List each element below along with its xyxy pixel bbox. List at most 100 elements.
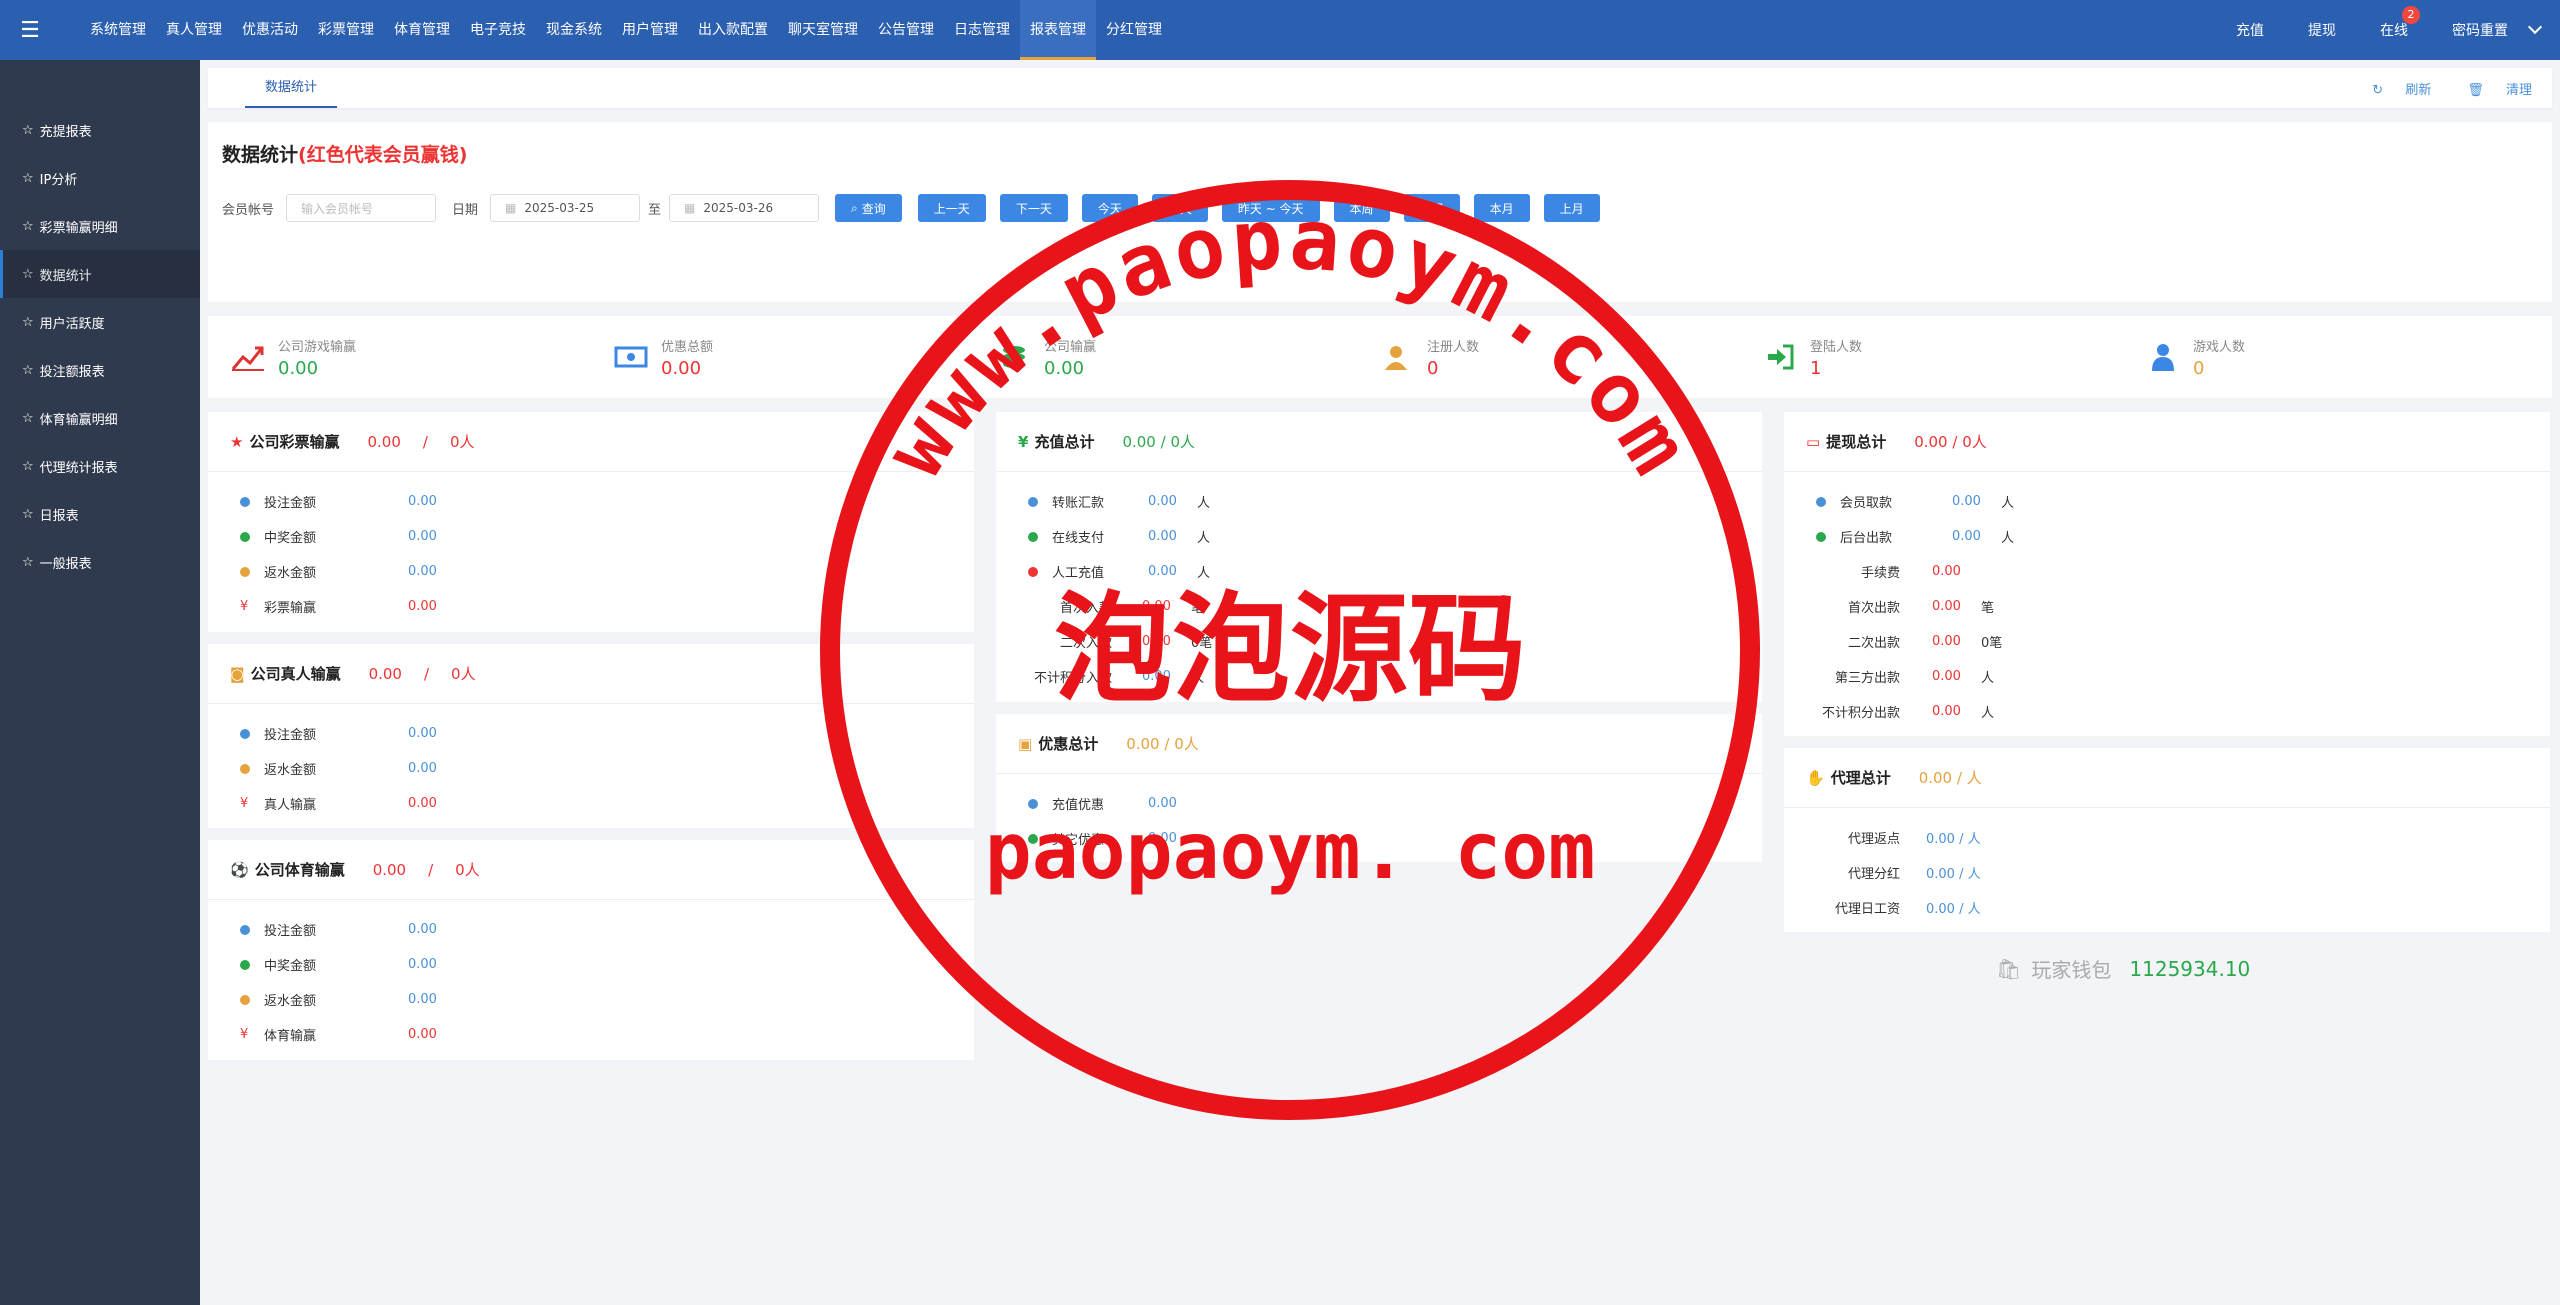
list-item: 返水金额 0.00 [208,554,974,589]
main-content: 数据统计 ↻ 刷新 🗑 清理 数据统计(红色代表会员赢钱) 会员帐号 输入会员帐… [200,60,2560,1305]
page-title-note: (红色代表会员赢钱) [298,144,468,166]
sidebar-item-daily-report[interactable]: ☆ 日报表 [0,490,200,538]
clear-button[interactable]: 🗑 清理 [2449,79,2532,98]
refresh-icon: ↻ [2372,82,2388,98]
nav-chatroom[interactable]: 聊天室管理 [778,0,868,60]
row-value: 0.00 [1148,796,1177,811]
row-value: 0.00 [408,599,437,614]
nav-logs[interactable]: 日志管理 [944,0,1020,60]
last-week-button[interactable]: 上周 [1403,194,1460,222]
online-link[interactable]: 在线 2 [2380,6,2420,40]
nav-system[interactable]: 系统管理 [80,0,156,60]
card-header: ◙ 公司真人输赢 0.00 / 0人 [208,644,974,704]
nav-payment-config[interactable]: 出入款配置 [688,0,778,60]
nav-live[interactable]: 真人管理 [156,0,232,60]
stat-label: 公司输赢 [1044,339,1097,355]
row-value: 0.00 [1952,494,1981,509]
row-label: 第三方出款 [1834,671,1900,686]
date-to-input[interactable]: ▦ 2025-03-26 [669,194,820,222]
row-value: 0.00 [1148,494,1177,509]
list-item: 代理返点 0.00 / 人 [1784,820,2550,855]
promo-card: ▣ 优惠总计 0.00 / 0人 充值优惠 0.00 其它优惠 0.00 [996,714,1762,862]
member-input[interactable]: 输入会员帐号 [286,194,437,222]
this-month-button[interactable]: 本月 [1473,194,1530,222]
nav-cash[interactable]: 现金系统 [536,0,612,60]
sidebar-item-ip-analysis[interactable]: ☆ IP分析 [0,154,200,202]
row-value: 0.00 [408,922,437,937]
live-card: ◙ 公司真人输赢 0.00 / 0人 投注金额 0.00 返水金额 0.00 ¥ 真人… [208,644,974,828]
sidebar-item-sports-winloss[interactable]: ☆ 体育输赢明细 [0,394,200,442]
nav-sports[interactable]: 体育管理 [384,0,460,60]
row-value: 0.00 [408,726,437,741]
next-day-button[interactable]: 下一天 [999,194,1068,222]
tab-data-stats[interactable]: 数据统计 [245,68,338,108]
card-people: 0人 [455,861,480,879]
row-value: 0.00 [1148,564,1177,579]
row-value: 0.00 [408,796,437,811]
this-week-button[interactable]: 本周 [1333,194,1390,222]
row-unit: 人 [2000,496,2014,511]
card-summary: 0.00 / 0人 [1914,433,1987,451]
row-label: 代理返点 [1847,832,1900,847]
sidebar-item-lottery-winloss[interactable]: ☆ 彩票输赢明细 [0,202,200,250]
today-button[interactable]: 今天 [1081,194,1138,222]
last-month-button[interactable]: 上月 [1543,194,1600,222]
row-value: 0.00 [1952,529,1981,544]
row-label: 返水金额 [264,994,317,1009]
refresh-button[interactable]: ↻ 刷新 [2354,79,2431,98]
dot-blue [240,924,250,935]
card-body: 投注金额 0.00 返水金额 0.00 ¥ 真人输赢 0.00 [208,704,974,821]
sidebar-item-data-stats[interactable]: ☆ 数据统计 [0,250,200,298]
card-title: 公司真人输赢 [250,665,341,683]
soccer-ball-icon: ⚽ [230,860,249,879]
star-icon: ☆ [22,314,34,330]
row-label: 投注金额 [264,728,317,743]
hamburger-menu-icon[interactable]: ☰ [0,0,60,60]
chevron-down-icon[interactable] [2527,19,2543,35]
password-reset-link[interactable]: 密码重置 [2452,20,2508,40]
withdraw-link[interactable]: 提现 [2308,20,2336,40]
card-amount: 0.00 [368,664,402,683]
row-label: 手续费 [1860,566,1900,581]
yesterday-button[interactable]: 昨天 [1151,194,1208,222]
user-plus-icon [1379,342,1415,372]
sidebar-item-deposit-withdraw-report[interactable]: ☆ 充提报表 [0,106,200,154]
prev-day-button[interactable]: 上一天 [917,194,986,222]
row-value: 0.00 [408,1027,437,1042]
to-label: 至 [648,202,662,218]
date-from-input[interactable]: ▦ 2025-03-25 [490,194,641,222]
sidebar-item-label: 用户活跃度 [39,316,105,332]
nav-users[interactable]: 用户管理 [612,0,688,60]
list-item: 不计积分出款 0.00 人 [1784,694,2550,729]
nav-lottery[interactable]: 彩票管理 [308,0,384,60]
nav-announcements[interactable]: 公告管理 [868,0,944,60]
row-value: 0.00 [1932,599,1961,614]
sidebar-item-user-activity[interactable]: ☆ 用户活跃度 [0,298,200,346]
sidebar-item-agent-report[interactable]: ☆ 代理统计报表 [0,442,200,490]
list-item: 后台出款 0.00 人 [1784,519,2550,554]
nav-promotions[interactable]: 优惠活动 [232,0,308,60]
row-label: 代理日工资 [1834,902,1900,917]
star-icon: ☆ [22,458,34,474]
nav-esports[interactable]: 电子竞技 [460,0,536,60]
shopping-bag-icon: 🛍 [1996,956,2022,981]
yesterday-today-button[interactable]: 昨天 ~ 今天 [1221,194,1320,222]
stat-label: 优惠总额 [661,339,714,355]
nav-reports[interactable]: 报表管理 [1020,0,1096,60]
list-item: 会员取款 0.00 人 [1784,484,2550,519]
nav-dividends[interactable]: 分红管理 [1096,0,1172,60]
row-value: 0.00 [1148,831,1177,846]
gamepad-icon: ◙ [230,664,245,683]
top-nav: 系统管理 真人管理 优惠活动 彩票管理 体育管理 电子竞技 现金系统 用户管理 … [80,0,1172,60]
row-value: 0.00 [408,992,437,1007]
sidebar-item-label: 代理统计报表 [39,460,118,476]
stat-promo-total: 优惠总额 0.00 [591,316,974,398]
sidebar-item-label: 一般报表 [39,556,92,572]
trend-up-icon [230,342,266,372]
deposit-link[interactable]: 充值 [2236,20,2264,40]
sidebar-item-bet-report[interactable]: ☆ 投注额报表 [0,346,200,394]
card-header: ⚽ 公司体育输赢 0.00 / 0人 [208,840,974,900]
search-button[interactable]: ⌕ 查询 [835,194,902,222]
sidebar-item-general-report[interactable]: ☆ 一般报表 [0,538,200,586]
yen-sign-icon: ¥ [1018,432,1029,451]
